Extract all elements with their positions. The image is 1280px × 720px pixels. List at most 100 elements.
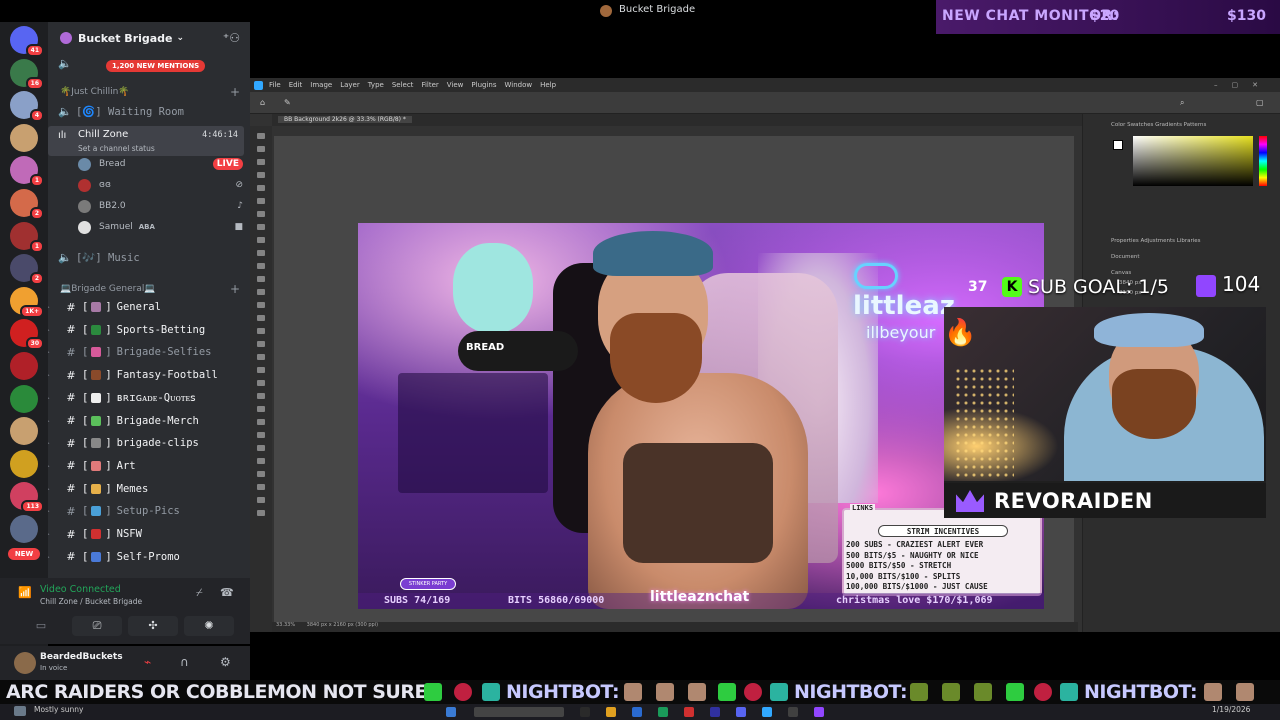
- taskbar-app-icon[interactable]: [658, 707, 668, 717]
- mute-icon[interactable]: ⌁: [144, 655, 151, 669]
- tool-icon[interactable]: [257, 224, 265, 230]
- foreground-swatch[interactable]: [1113, 140, 1123, 150]
- add-channel-icon[interactable]: +: [230, 282, 240, 296]
- menu-item[interactable]: Select: [392, 81, 414, 89]
- tool-icon[interactable]: [257, 302, 265, 308]
- workspace-icon[interactable]: ▢: [1256, 98, 1264, 107]
- weather-text[interactable]: Mostly sunny: [34, 705, 83, 714]
- channel-status-input[interactable]: Set a channel status: [78, 144, 155, 153]
- menu-item[interactable]: View: [447, 81, 464, 89]
- add-channel-icon[interactable]: +: [230, 85, 240, 99]
- server-icon[interactable]: 16: [10, 58, 44, 90]
- voice-user[interactable]: Samuel ABA ■: [78, 217, 243, 237]
- text-channel[interactable]: ▸ # [] Self-Promo: [48, 546, 250, 568]
- text-channel[interactable]: ▸ # [] Art: [48, 455, 250, 477]
- server-icon[interactable]: 1: [10, 221, 44, 253]
- folder-icon[interactable]: [606, 707, 616, 717]
- soundboard-button[interactable]: ✺: [184, 616, 234, 636]
- tool-icon[interactable]: [257, 159, 265, 165]
- zoom-level[interactable]: 33.33%: [276, 622, 295, 628]
- username[interactable]: BeardedBuckets: [40, 652, 123, 662]
- tool-icon[interactable]: [257, 432, 265, 438]
- menu-item[interactable]: Window: [504, 81, 532, 89]
- tool-icon[interactable]: [257, 289, 265, 295]
- weather-icon[interactable]: [14, 706, 26, 716]
- tool-icon[interactable]: [257, 393, 265, 399]
- tool-icon[interactable]: [257, 458, 265, 464]
- tool-icon[interactable]: [257, 198, 265, 204]
- tool-icon[interactable]: [257, 510, 265, 516]
- server-icon[interactable]: 2: [10, 188, 44, 220]
- brush-icon[interactable]: ✎: [284, 98, 291, 107]
- voice-user[interactable]: BB2.0 ♪: [78, 196, 243, 216]
- text-channel[interactable]: ▸ # [] Memes: [48, 478, 250, 500]
- tool-icon[interactable]: [257, 497, 265, 503]
- menu-item[interactable]: Plugins: [471, 81, 496, 89]
- server-icon[interactable]: [10, 449, 38, 478]
- tab-document[interactable]: BB Background 2k26 @ 33.3% (RGB/8) *: [278, 116, 412, 123]
- hue-slider[interactable]: [1259, 136, 1267, 186]
- server-icon[interactable]: 30: [10, 319, 44, 351]
- tool-icon[interactable]: [257, 250, 265, 256]
- headphones-icon[interactable]: ∩: [180, 655, 189, 669]
- taskbar-app-icon[interactable]: [684, 707, 694, 717]
- guild-header[interactable]: Bucket Brigade ⌄ ⁺⚇: [48, 22, 250, 54]
- color-picker[interactable]: [1133, 136, 1253, 186]
- camera-off-button[interactable]: ▭: [16, 616, 66, 636]
- disconnect-icon[interactable]: ☎: [220, 586, 234, 599]
- voice-status-subtitle[interactable]: Chill Zone / Bucket Brigade: [40, 597, 142, 606]
- server-icon[interactable]: [10, 351, 38, 380]
- window-controls-icon[interactable]: –▢✕: [1214, 81, 1272, 89]
- text-channel[interactable]: ▸ # [] NSFW: [48, 523, 250, 545]
- menu-item[interactable]: File: [269, 81, 281, 89]
- server-icon[interactable]: 2: [10, 254, 44, 286]
- properties-tabs[interactable]: Properties Adjustments Libraries: [1111, 238, 1201, 244]
- server-icon[interactable]: 1K+: [10, 286, 44, 318]
- new-servers-badge[interactable]: NEW: [8, 547, 40, 560]
- tool-icon[interactable]: [257, 185, 265, 191]
- server-icon[interactable]: [10, 514, 38, 543]
- server-icon[interactable]: 113: [10, 482, 44, 514]
- text-channel[interactable]: ▸ # [] Brigade-Merch: [48, 410, 250, 432]
- tool-icon[interactable]: [257, 367, 265, 373]
- start-icon[interactable]: [446, 707, 456, 717]
- voice-channel-music[interactable]: 🔈 [🎶] Music: [48, 246, 250, 268]
- taskbar-app-icon[interactable]: [580, 707, 590, 717]
- color-panel-tabs[interactable]: Color Swatches Gradients Patterns: [1083, 114, 1280, 130]
- text-channel[interactable]: ▸ # [] Sports-Betting: [48, 319, 250, 341]
- menu-item[interactable]: Type: [368, 81, 384, 89]
- menu-item[interactable]: Filter: [421, 81, 438, 89]
- menu-item[interactable]: Layer: [340, 81, 360, 89]
- server-icon[interactable]: [10, 417, 38, 446]
- voice-user[interactable]: Bread LIVE: [78, 154, 243, 174]
- tool-icon[interactable]: [257, 328, 265, 334]
- voice-user[interactable]: ɞɞ ⊘: [78, 175, 243, 195]
- taskbar-app-icon[interactable]: [710, 707, 720, 717]
- tool-icon[interactable]: [257, 315, 265, 321]
- tool-icon[interactable]: [257, 380, 265, 386]
- menu-item[interactable]: Edit: [289, 81, 303, 89]
- tool-icon[interactable]: [257, 445, 265, 451]
- text-channel[interactable]: ▸ # [] Setup-Pics: [48, 500, 250, 522]
- server-icon[interactable]: 1: [10, 156, 44, 188]
- browser-icon[interactable]: [632, 707, 642, 717]
- home-icon[interactable]: ⌂: [260, 98, 265, 107]
- category-just-chillin[interactable]: 🌴Just Chillin🌴 +: [60, 85, 240, 99]
- tool-icon[interactable]: [257, 263, 265, 269]
- text-channel[interactable]: ▸ # [] Brigade-Selfies: [48, 341, 250, 363]
- tool-icon[interactable]: [257, 341, 265, 347]
- server-icon[interactable]: [10, 123, 38, 152]
- tool-icon[interactable]: [257, 419, 265, 425]
- server-icon[interactable]: 4: [10, 91, 44, 123]
- tool-icon[interactable]: [257, 276, 265, 282]
- tool-icon[interactable]: [257, 484, 265, 490]
- noise-suppression-icon[interactable]: ⌿: [196, 586, 203, 600]
- gear-icon[interactable]: ⚙: [220, 655, 231, 669]
- tool-icon[interactable]: [257, 354, 265, 360]
- twitch-icon[interactable]: [814, 707, 824, 717]
- tool-icon[interactable]: [257, 211, 265, 217]
- mentions-badge[interactable]: 1,200 NEW MENTIONS: [106, 60, 206, 72]
- voice-status-title[interactable]: Video Connected: [40, 584, 121, 595]
- obs-icon[interactable]: [788, 707, 798, 717]
- discord-home-icon[interactable]: 41: [10, 26, 44, 57]
